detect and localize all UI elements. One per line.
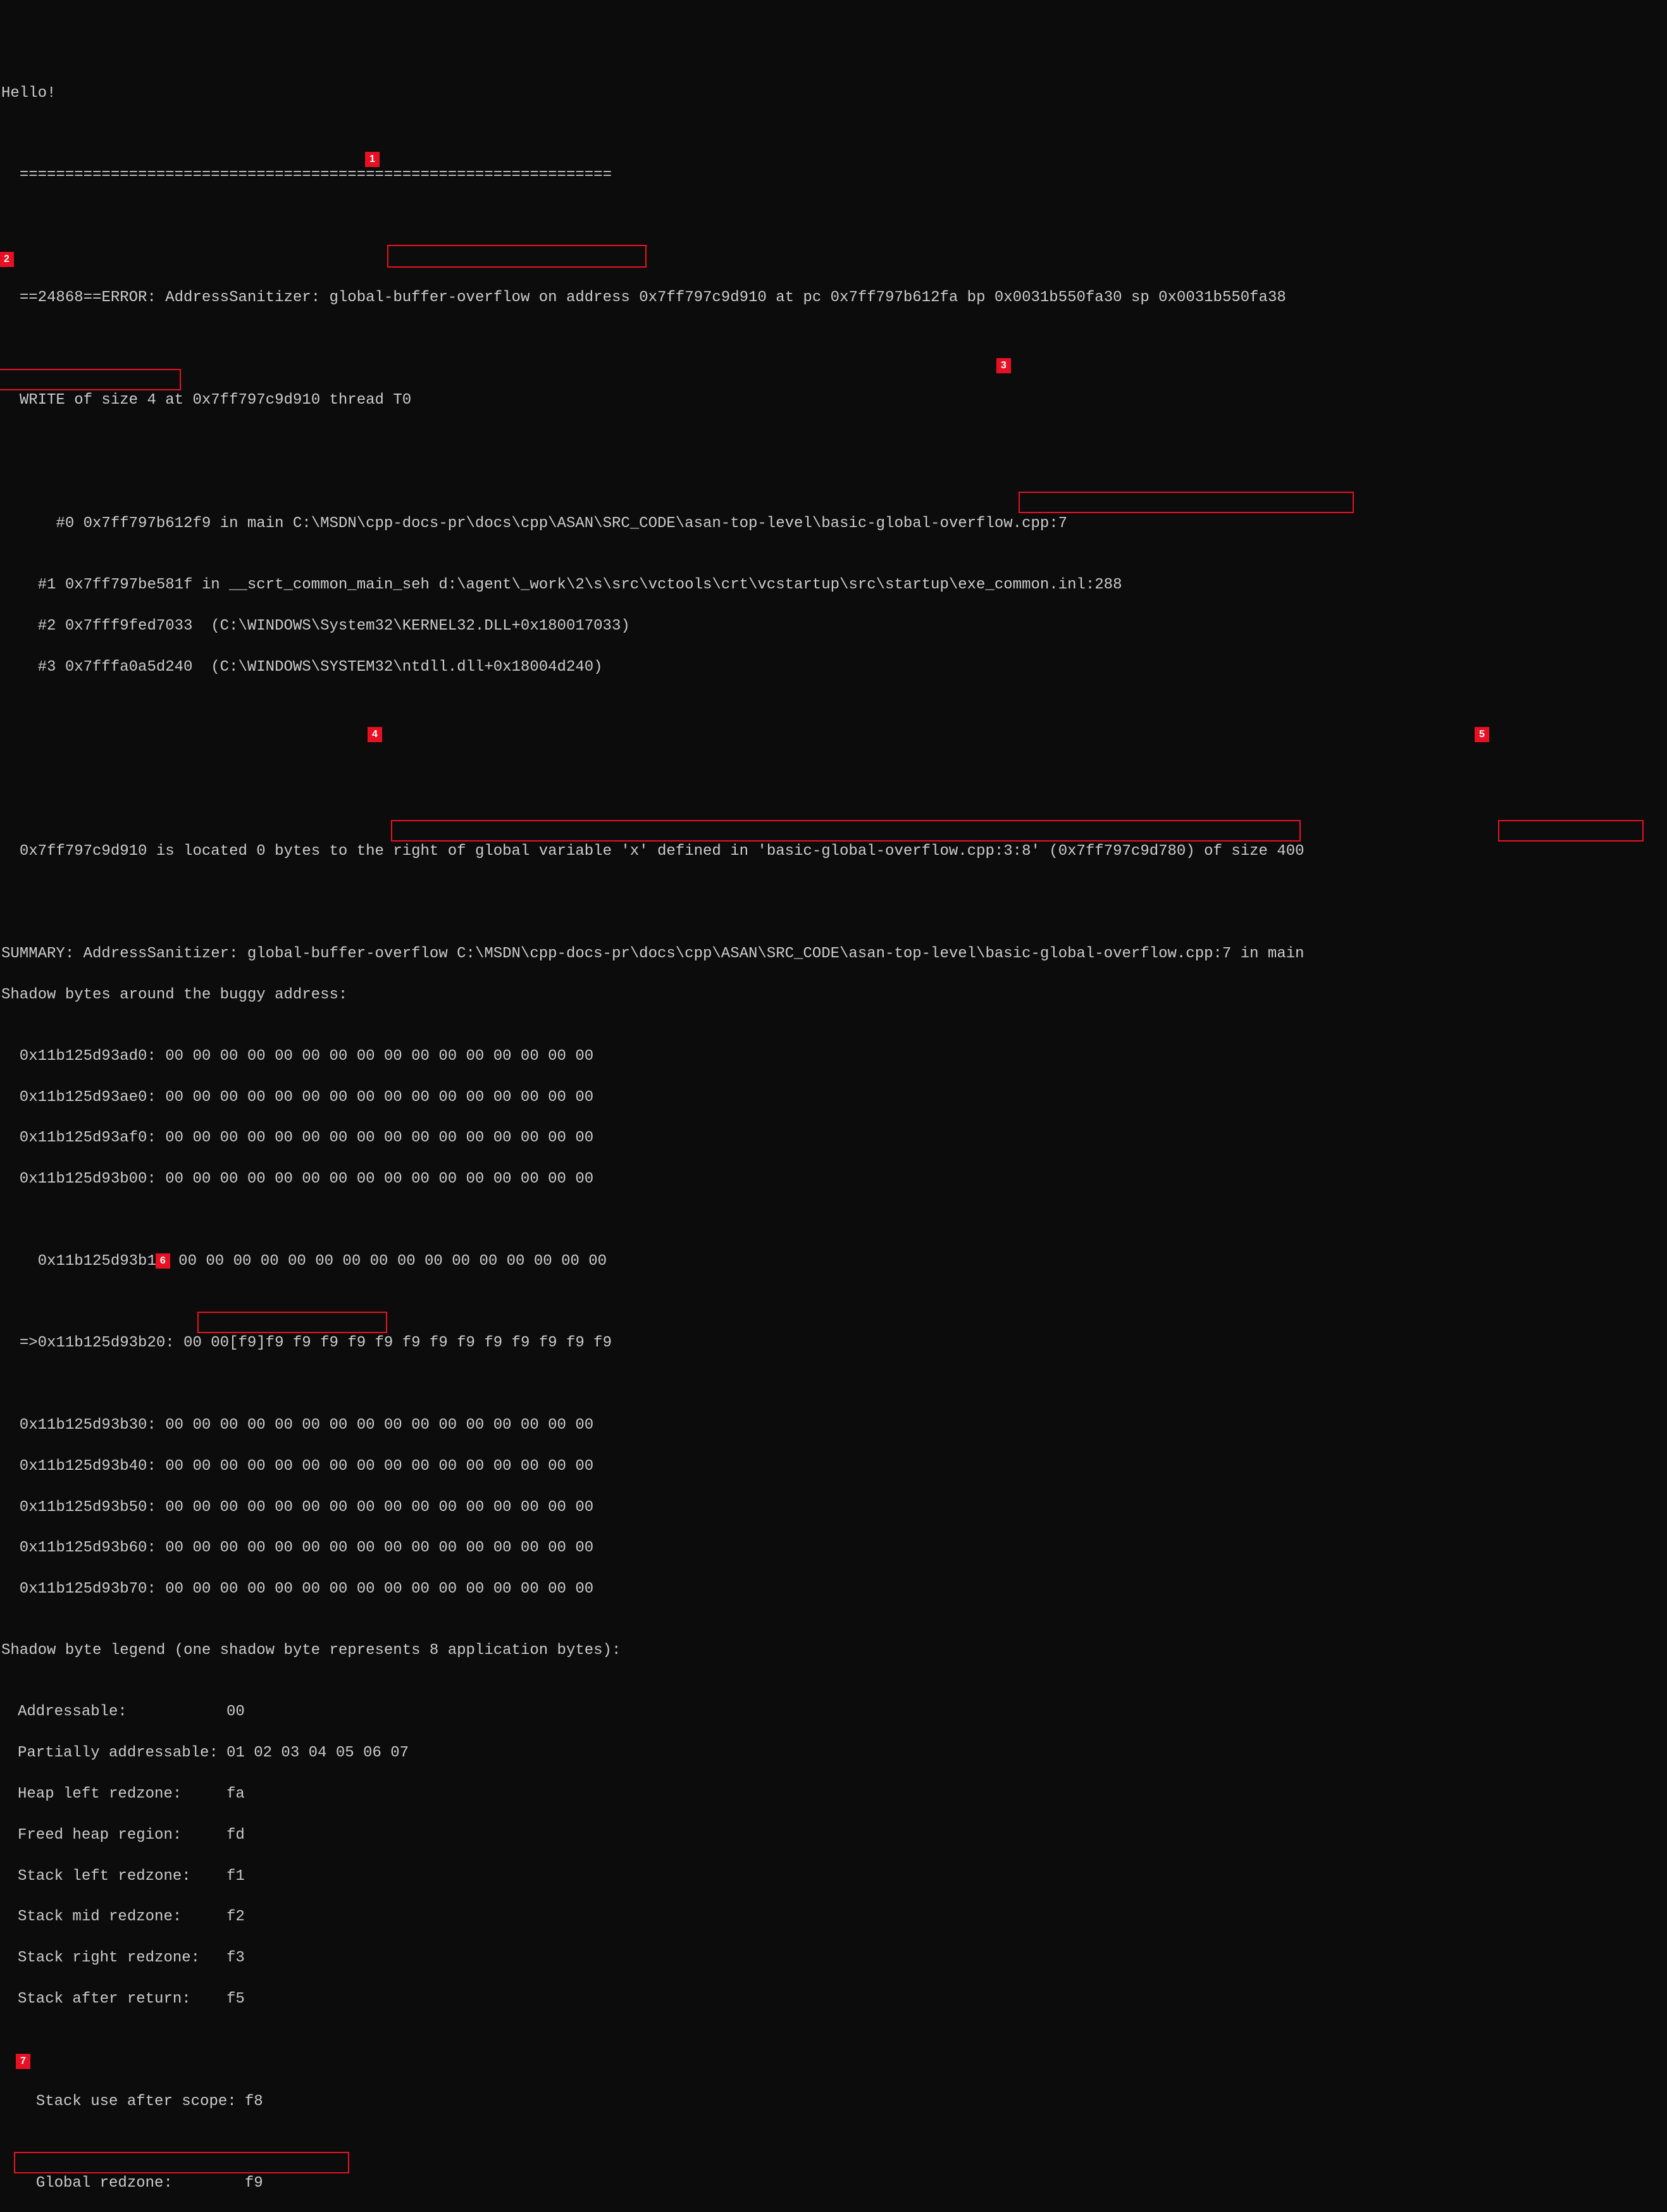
- located-line: 0x7ff797c9d910 is located 0 bytes to the…: [0, 821, 1667, 904]
- legend-title: Shadow byte legend (one shadow byte repr…: [0, 1641, 1667, 1661]
- box-7-global-redzone: [14, 2152, 349, 2173]
- legend-row: Heap left redzone:fa: [0, 1784, 1667, 1805]
- legend-row-scope: 7 Stack use after scope:f8: [0, 2051, 1667, 2112]
- callout-6: 6: [156, 1254, 170, 1268]
- separator-text: ========================================…: [20, 166, 612, 183]
- shadow-row: 0x11b125d93b50: 00 00 00 00 00 00 00 00 …: [0, 1498, 1667, 1518]
- write-line: WRITE of size 4 at 0x7ff797c9d910 thread…: [0, 370, 1667, 452]
- legend-row: Stack after return:f5: [0, 1989, 1667, 2010]
- arrow-b: 00 00[f9]f9 f9: [175, 1334, 311, 1351]
- located-d: of size 400: [1204, 843, 1304, 860]
- located-a: 0x7ff797c9d910 is located 0 bytes: [20, 843, 330, 860]
- shadow-row: 0x11b125d93b00: 00 00 00 00 00 00 00 00 …: [0, 1169, 1667, 1190]
- error-type: global-buffer-overflow: [330, 289, 530, 306]
- error-pid: ==24868==: [20, 289, 102, 306]
- shadow-title: Shadow bytes around the buggy address:: [0, 985, 1667, 1005]
- callout-2: 2: [0, 252, 13, 266]
- shadow-row: 0x11b125d93ae0: 00 00 00 00 00 00 00 00 …: [0, 1088, 1667, 1108]
- legend-row: Stack right redzone:f3: [0, 1948, 1667, 1968]
- shadow-arrow-row: =>0x11b125d93b20: 00 00[f9]f9 f9 f9 f9 f…: [0, 1313, 1667, 1374]
- located-c: (0x7ff797c9d780): [1040, 843, 1204, 860]
- frame-0: #0 0x7ff797b612f9 in main C:\MSDN\cpp-do…: [0, 493, 1667, 554]
- box-4-variable: [391, 820, 1301, 842]
- frame-1: #1 0x7ff797be581f in __scrt_common_main_…: [0, 575, 1667, 595]
- write-after: at 0x7ff797c9d910 thread T0: [156, 392, 411, 409]
- separator-line: ========================================…: [0, 145, 1667, 206]
- legend-row: Addressable:00: [0, 1702, 1667, 1722]
- box-6-bytes: [197, 1312, 387, 1333]
- shadow-row: 0x11b125d93b40: 00 00 00 00 00 00 00 00 …: [0, 1457, 1667, 1477]
- error-prefix: ERROR: AddressSanitizer:: [101, 289, 329, 306]
- callout-5: 5: [1475, 728, 1489, 742]
- box-3-source: [1019, 492, 1354, 513]
- callout-3: 3: [997, 359, 1010, 373]
- shadow-row: 0x11b125d93af0: 00 00 00 00 00 00 00 00 …: [0, 1128, 1667, 1148]
- shadow-row-b10: 0x11b125d93b16 00 00 00 00 00 00 00 00 0…: [0, 1231, 1667, 1272]
- write-text: WRITE of size 4: [20, 392, 156, 409]
- shadow-row: 0x11b125d93b60: 00 00 00 00 00 00 00 00 …: [0, 1538, 1667, 1558]
- legend-row: Freed heap region:fd: [0, 1825, 1667, 1846]
- callout-7: 7: [16, 2054, 30, 2068]
- b10b: 00 00 00 00 00 00 00 00 00 00 00 00 00 0…: [170, 1253, 607, 1270]
- located-b: to the right of global variable 'x' defi…: [330, 843, 1040, 860]
- box-1-error-type: [387, 245, 647, 268]
- summary-line: SUMMARY: AddressSanitizer: global-buffer…: [0, 944, 1667, 964]
- terminal-line: Hello!: [0, 84, 1667, 104]
- callout-1: 1: [366, 152, 379, 166]
- legend-row: Stack mid redzone:f2: [0, 1907, 1667, 1927]
- callout-4: 4: [368, 728, 381, 742]
- legend-row-global-redzone: Global redzone:f9: [0, 2153, 1667, 2212]
- legend-row: Partially addressable:01 02 03 04 05 06 …: [0, 1743, 1667, 1763]
- shadow-row: 0x11b125d93b70: 00 00 00 00 00 00 00 00 …: [0, 1579, 1667, 1600]
- error-after: on address 0x7ff797c9d910 at pc 0x7ff797…: [530, 289, 1286, 306]
- frame-3: #3 0x7fffa0a5d240 (C:\WINDOWS\SYSTEM32\n…: [0, 657, 1667, 678]
- frame-2: #2 0x7fff9fed7033 (C:\WINDOWS\System32\K…: [0, 616, 1667, 637]
- blank-line: 4 5: [0, 719, 1667, 780]
- greeting-text: Hello!: [1, 85, 56, 102]
- arrow-a: =>0x11b125d93b20:: [20, 1334, 175, 1351]
- box-2-write: [0, 369, 181, 390]
- b10a: 0x11b125d93b1: [20, 1253, 156, 1270]
- shadow-row: 0x11b125d93ad0: 00 00 00 00 00 00 00 00 …: [0, 1047, 1667, 1067]
- box-5-size: [1498, 820, 1644, 842]
- shadow-row: 0x11b125d93b30: 00 00 00 00 00 00 00 00 …: [0, 1415, 1667, 1436]
- frame0b: basic-global-overflow.cpp:7: [821, 515, 1067, 532]
- legend-row: Stack left redzone:f1: [0, 1867, 1667, 1887]
- frame0a: #0 0x7ff797b612f9 in main C:\MSDN\cpp-do…: [20, 515, 821, 532]
- error-line: 2 ==24868==ERROR: AddressSanitizer: glob…: [0, 247, 1667, 330]
- arrow-c: f9 f9 f9 f9 f9 f9 f9 f9 f9 f9 f9: [311, 1334, 612, 1351]
